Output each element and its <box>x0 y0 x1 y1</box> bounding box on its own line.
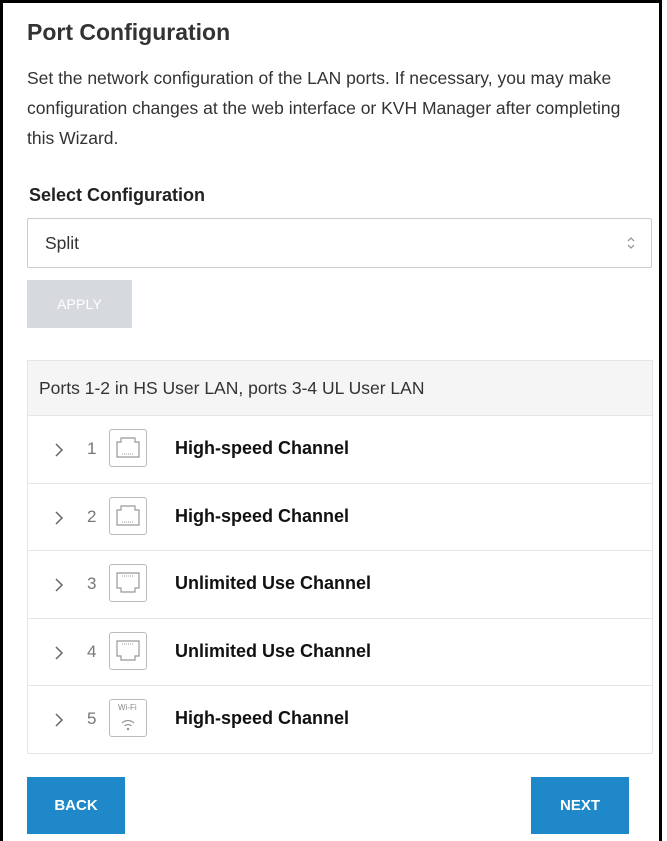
chevron-right-icon[interactable] <box>53 712 65 728</box>
port-number: 3 <box>87 574 97 594</box>
apply-button[interactable]: APPLY <box>27 280 132 328</box>
port-row-2[interactable]: 2 High-speed Channel <box>28 484 652 552</box>
select-configuration-label: Select Configuration <box>29 185 206 205</box>
port-number: 5 <box>87 709 97 729</box>
chevron-right-icon[interactable] <box>53 510 65 526</box>
chevron-right-icon[interactable] <box>53 577 65 593</box>
ports-panel: Ports 1-2 in HS User LAN, ports 3-4 UL U… <box>27 360 653 754</box>
port-number: 1 <box>87 439 97 458</box>
port-channel-label: High-speed Channel <box>175 708 350 729</box>
ethernet-port-inverted-icon <box>109 564 147 603</box>
select-arrows-icon <box>627 237 635 249</box>
port-row-5[interactable]: 5 Wi-Fi High-speed Channel <box>28 686 652 754</box>
chevron-right-icon[interactable] <box>53 442 65 458</box>
port-channel-label: High-speed Channel <box>175 438 350 458</box>
configuration-select[interactable]: Split <box>27 218 652 268</box>
port-channel-label: High-speed Channel <box>175 505 350 526</box>
port-number: 4 <box>87 641 97 661</box>
ethernet-port-icon <box>109 496 147 535</box>
ports-summary: Ports 1-2 in HS User LAN, ports 3-4 UL U… <box>28 361 652 416</box>
configuration-select-value: Split <box>45 233 80 253</box>
wifi-icon: Wi-Fi <box>109 699 147 738</box>
port-row-4[interactable]: 4 Unlimited Use Channel <box>28 619 652 687</box>
port-channel-label: Unlimited Use Channel <box>175 573 372 594</box>
port-number: 2 <box>87 506 97 526</box>
ethernet-port-icon <box>109 429 147 467</box>
port-row-3[interactable]: 3 Unlimited Use Channel <box>28 551 652 619</box>
page-title: Port Configuration <box>27 19 231 45</box>
next-button[interactable]: NEXT <box>531 777 629 834</box>
port-channel-label: Unlimited Use Channel <box>175 640 372 661</box>
chevron-right-icon[interactable] <box>53 645 65 661</box>
back-button[interactable]: BACK <box>27 777 125 834</box>
ethernet-port-inverted-icon <box>109 631 147 670</box>
page-description: Set the network configuration of the LAN… <box>27 68 621 148</box>
port-row-1[interactable]: 1 High-speed Channel <box>28 416 652 484</box>
